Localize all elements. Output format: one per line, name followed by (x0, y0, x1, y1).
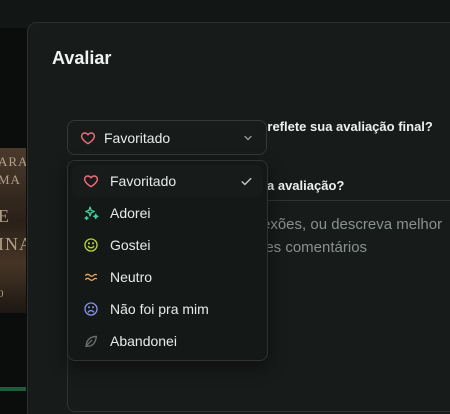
check-icon (239, 174, 253, 188)
smile-icon (82, 236, 100, 254)
option-neutro[interactable]: Neutro (72, 261, 263, 293)
option-nao-foi-pra-mim[interactable]: Não foi pra mim (72, 293, 263, 325)
heart-icon (82, 172, 100, 190)
option-label: Gostei (110, 237, 151, 253)
cover-text: INA (0, 234, 26, 254)
option-favoritado[interactable]: Favoritado (72, 165, 263, 197)
chevron-down-icon (242, 132, 254, 144)
background-book-cover: ARA MA E INA 0 (0, 148, 26, 313)
option-label: Não foi pra mim (110, 301, 209, 317)
option-abandonei[interactable]: Abandonei (72, 325, 263, 357)
option-label: Abandonei (110, 333, 177, 349)
sparkles-icon (82, 204, 100, 222)
option-label: Favoritado (110, 173, 177, 189)
rating-dropdown-menu: Favoritado Adorei Gostei Neutro Não foi … (67, 160, 268, 361)
cover-text: MA (0, 172, 21, 187)
leaf-icon (82, 332, 100, 350)
cover-text: ARA (0, 154, 26, 169)
review-question-text: a avaliação? (267, 178, 345, 193)
cover-text: 0 (0, 288, 5, 300)
option-label: Adorei (110, 205, 151, 221)
rating-select[interactable]: Favoritado (67, 120, 267, 155)
heart-icon (80, 130, 96, 146)
cover-text: E (0, 206, 10, 226)
modal-title: Avaliar (52, 48, 112, 68)
rating-select-value: Favoritado (104, 129, 171, 146)
frown-icon (82, 300, 100, 318)
option-adorei[interactable]: Adorei (72, 197, 263, 229)
background-accent-strip (0, 387, 26, 391)
option-gostei[interactable]: Gostei (72, 229, 263, 261)
approx-icon (82, 268, 100, 286)
option-label: Neutro (110, 269, 153, 285)
